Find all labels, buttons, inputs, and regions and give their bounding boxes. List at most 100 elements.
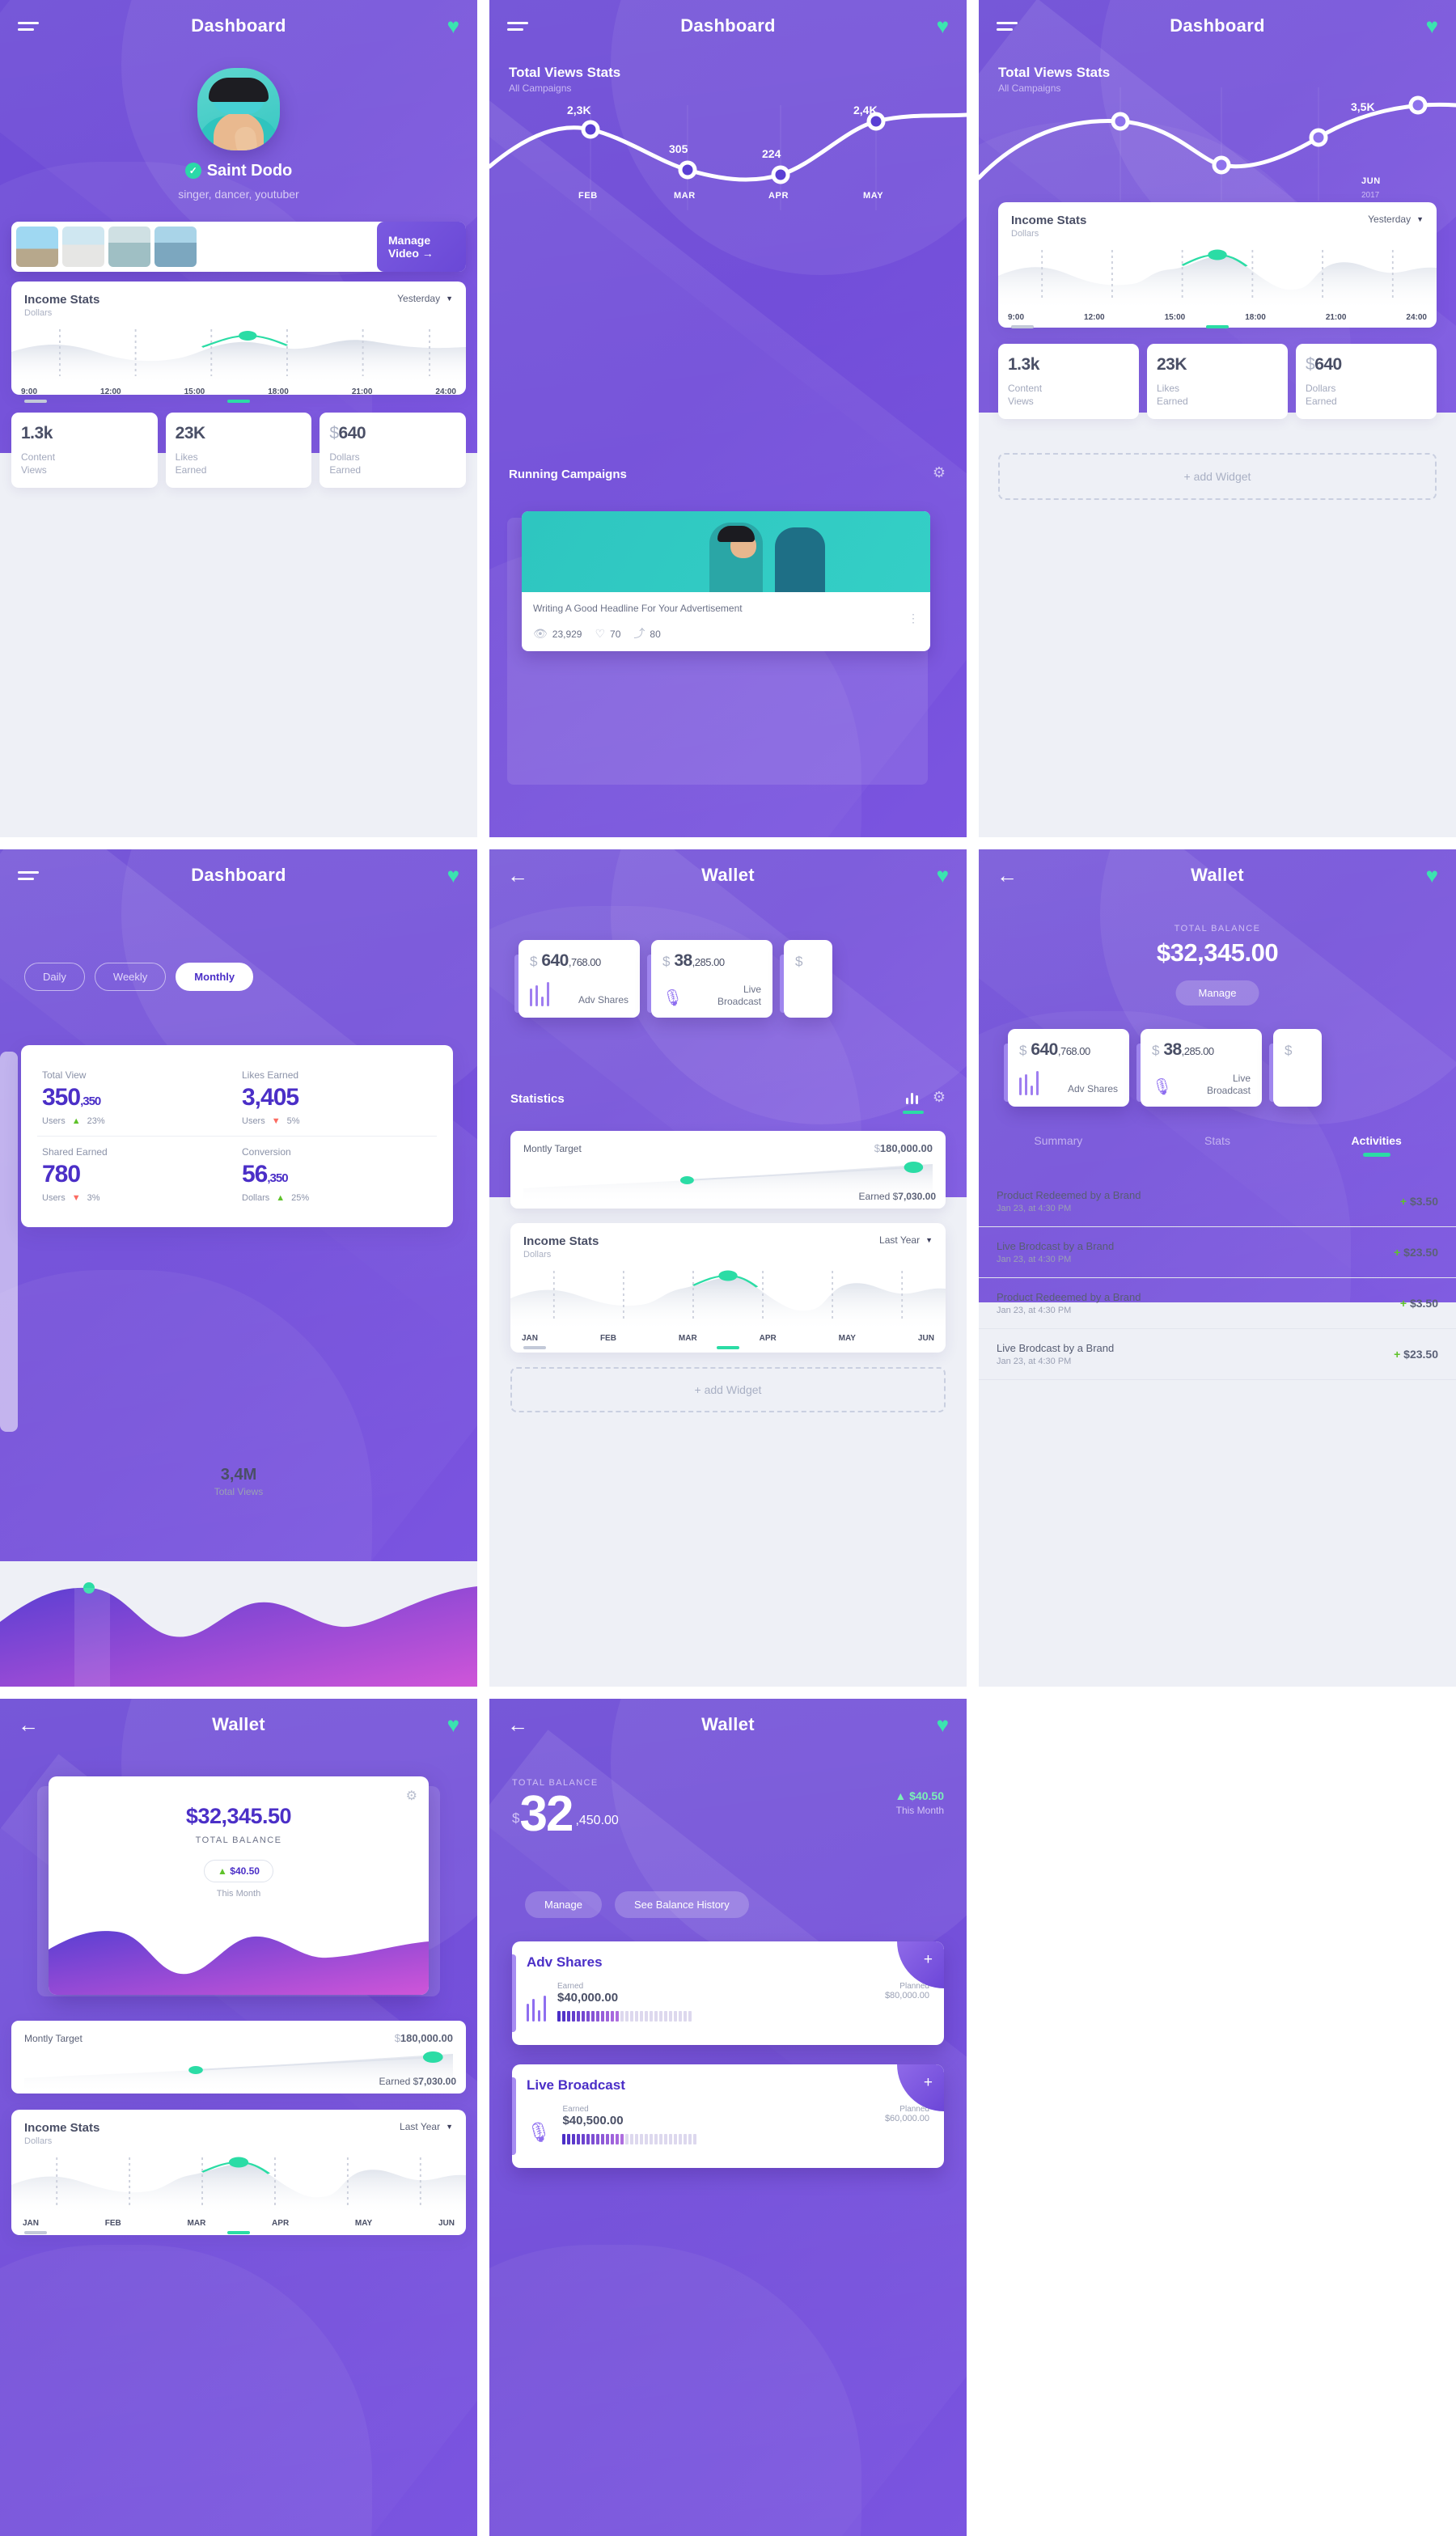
video-thumb[interactable] — [108, 227, 150, 267]
views-month-tick: MAY — [863, 191, 884, 201]
stat-label: Likes Earned — [242, 1069, 299, 1081]
add-widget-button[interactable]: + add Widget — [998, 453, 1437, 500]
manage-button[interactable]: Manage — [525, 1891, 602, 1918]
product-card-live-broadcast[interactable]: + Live Broadcast 🎙 Earned $40,500.00 Pla… — [512, 2064, 944, 2168]
heart-icon[interactable]: ♥ — [447, 15, 459, 36]
income-range-dropdown[interactable]: Last Year ▼ — [400, 2121, 453, 2132]
video-thumb[interactable] — [16, 227, 58, 267]
heart-icon[interactable]: ♥ — [937, 865, 949, 886]
manage-video-line1: Manage — [388, 234, 431, 247]
heart-icon[interactable]: ♥ — [1426, 865, 1438, 886]
activity-title: Product Redeemed by a Brand — [997, 1189, 1141, 1201]
chart-icon[interactable] — [902, 1091, 924, 1114]
income-range-dropdown[interactable]: Yesterday ▼ — [397, 293, 453, 304]
balance-card-next[interactable]: $ — [1269, 1029, 1322, 1107]
activity-row[interactable]: Live Brodcast by a Brand Jan 23, at 4:30… — [979, 1329, 1456, 1380]
activity-sign: + — [1399, 1297, 1407, 1310]
balance-history-button[interactable]: See Balance History — [614, 1891, 749, 1918]
heart-icon[interactable]: ♥ — [937, 1714, 949, 1735]
gear-icon[interactable]: ⚙ — [406, 1788, 417, 1804]
metric-tile[interactable]: 23K Likes Earned — [165, 413, 312, 489]
heart-icon[interactable]: ♥ — [1426, 15, 1438, 36]
back-icon[interactable]: ← — [507, 865, 528, 886]
monthly-target-amount: 180,000.00 — [400, 2032, 453, 2044]
balance-currency: $ — [662, 954, 670, 969]
views-month-tick: MAR — [674, 191, 696, 201]
heart-icon[interactable]: ♥ — [937, 15, 949, 36]
avatar — [197, 68, 280, 150]
menu-icon[interactable] — [18, 867, 39, 884]
earned-label: Earned — [562, 2105, 589, 2114]
income-range-dropdown[interactable]: Last Year ▼ — [879, 1234, 933, 1246]
back-icon[interactable]: ← — [507, 1714, 528, 1735]
balance-card-adv-shares[interactable]: $ 640,768.00 Adv Shares — [1004, 1029, 1129, 1107]
balance-card-live-broadcast[interactable]: $ 38,285.00 🎙 Live Broadcast — [647, 940, 772, 1018]
balance-decimal: ,285.00 — [1181, 1045, 1214, 1057]
back-icon[interactable]: ← — [997, 865, 1018, 886]
menu-icon[interactable] — [18, 18, 39, 35]
stat-unit: Users — [242, 1116, 265, 1126]
gear-icon[interactable]: ⚙ — [933, 1089, 946, 1106]
balance-card-next[interactable]: $ — [780, 940, 832, 1018]
activity-row[interactable]: Live Brodcast by a Brand Jan 23, at 4:30… — [979, 1227, 1456, 1278]
indicator-blank — [814, 1346, 836, 1349]
stat-cell[interactable]: Total View 350,350 Users ▲ 23% — [37, 1060, 237, 1136]
add-icon[interactable]: + — [924, 2074, 933, 2092]
metric-tile[interactable]: $640 Dollars Earned — [320, 413, 467, 489]
tab-activities[interactable]: Activities — [1297, 1134, 1456, 1157]
stat-unit: Users — [42, 1193, 66, 1203]
screen-wallet-statistics: ← Wallet ♥ $ 640,768.00 Adv Shares $ 38,… — [489, 849, 967, 1687]
heart-icon[interactable]: ♥ — [447, 1714, 459, 1735]
income-title: Income Stats — [24, 2121, 100, 2135]
heart-icon[interactable]: ♥ — [447, 865, 459, 886]
tab-summary[interactable]: Summary — [979, 1134, 1138, 1157]
video-thumb[interactable] — [62, 227, 104, 267]
activity-row[interactable]: Product Redeemed by a Brand Jan 23, at 4… — [979, 1176, 1456, 1227]
stat-cell[interactable]: Likes Earned 3,405 Users ▼ 5% — [237, 1060, 437, 1136]
indicator-blank — [910, 1346, 933, 1349]
tab-weekly[interactable]: Weekly — [94, 963, 167, 991]
metric-tile[interactable]: 1.3k Content Views — [11, 413, 158, 489]
add-icon[interactable]: + — [924, 1951, 933, 1969]
total-views-value: 3,4M — [220, 1466, 257, 1484]
stat-cell[interactable]: Conversion 56,350 Dollars ▲ 25% — [237, 1136, 437, 1213]
tab-monthly[interactable]: Monthly — [176, 963, 254, 991]
balance-amount-block: $ 32 ,450.00 ▲ $40.50 This Month — [489, 1789, 967, 1840]
video-strip[interactable]: Manage Video → — [11, 222, 466, 272]
page-title: Wallet — [1191, 865, 1244, 885]
tab-daily[interactable]: Daily — [24, 963, 85, 991]
menu-icon[interactable] — [507, 18, 528, 35]
balance-label: Adv Shares — [578, 994, 629, 1006]
stat-value: 56 — [242, 1161, 268, 1188]
add-widget-button[interactable]: + add Widget — [510, 1367, 946, 1412]
balance-card-live-broadcast[interactable]: $ 38,285.00 🎙 Live Broadcast — [1136, 1029, 1262, 1107]
stat-suffix: ,350 — [267, 1171, 288, 1185]
income-time-axis: 9:00 12:00 15:00 18:00 21:00 24:00 — [998, 310, 1437, 322]
month-tick: MAY — [354, 2219, 373, 2228]
indicator-blank — [329, 400, 352, 403]
earned-amount: $40,500.00 — [562, 2114, 624, 2127]
activity-amount: $23.50 — [1403, 1348, 1438, 1361]
balance-card-adv-shares[interactable]: $ 640,768.00 Adv Shares — [514, 940, 640, 1018]
product-card-adv-shares[interactable]: + Adv Shares Earned $40,000.00 Planned $… — [512, 1941, 944, 2045]
video-thumb[interactable] — [154, 227, 197, 267]
metric-tile[interactable]: $640 Dollars Earned — [1296, 344, 1437, 420]
page-title: Wallet — [701, 865, 755, 885]
metric-tile[interactable]: 23K Likes Earned — [1147, 344, 1288, 420]
manage-video-button[interactable]: Manage Video → — [377, 222, 466, 272]
earned-amount: $40,000.00 — [557, 1991, 619, 2005]
metric-tile[interactable]: 1.3k Content Views — [998, 344, 1139, 420]
gear-icon[interactable]: ⚙ — [933, 464, 946, 481]
campaign-card[interactable]: Writing A Good Headline For Your Adverti… — [522, 511, 930, 652]
back-icon[interactable]: ← — [18, 1714, 39, 1735]
menu-icon[interactable] — [997, 18, 1018, 35]
manage-button[interactable]: Manage — [1175, 980, 1259, 1006]
income-stats-card: Income Stats Dollars Yesterday ▼ 9:00 12… — [998, 202, 1437, 328]
income-range-dropdown[interactable]: Yesterday ▼ — [1368, 214, 1424, 225]
balance-change-pill[interactable]: ▲ $40.50 — [204, 1860, 273, 1882]
more-options-icon[interactable]: ⋮ — [908, 612, 919, 624]
income-range-value: Yesterday — [397, 293, 441, 304]
stat-cell[interactable]: Shared Earned 780 Users ▼ 3% — [37, 1136, 237, 1213]
activity-row[interactable]: Product Redeemed by a Brand Jan 23, at 4… — [979, 1278, 1456, 1329]
tab-stats[interactable]: Stats — [1138, 1134, 1297, 1157]
